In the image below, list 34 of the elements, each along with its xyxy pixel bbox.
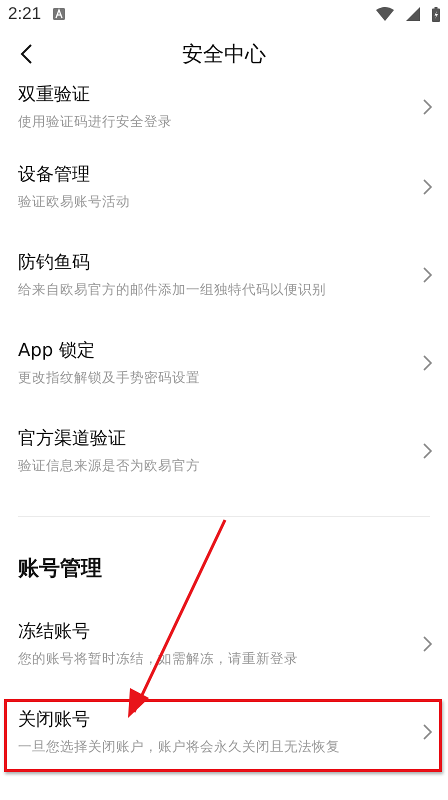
- settings-item[interactable]: App 锁定 更改指纹解锁及手势密码设置: [0, 319, 448, 407]
- battery-icon: [432, 6, 440, 22]
- settings-item[interactable]: 官方渠道验证 验证信息来源是否为欧易官方: [0, 407, 448, 495]
- item-title: 官方渠道验证: [18, 427, 127, 451]
- settings-item[interactable]: 双重验证 使用验证码进行安全登录: [0, 80, 448, 143]
- settings-item[interactable]: 防钓鱼码 给来自欧易官方的邮件添加一组独特代码以便识别: [0, 231, 448, 319]
- item-description: 更改指纹解锁及手势密码设置: [18, 369, 201, 388]
- item-description: 验证信息来源是否为欧易官方: [18, 457, 201, 476]
- item-description: 给来自欧易官方的邮件添加一组独特代码以便识别: [18, 281, 327, 300]
- section-heading: 账号管理: [18, 555, 103, 582]
- back-icon[interactable]: [20, 44, 32, 64]
- chevron-right-icon: [423, 443, 432, 459]
- wifi-icon: [376, 7, 394, 21]
- chevron-right-icon: [423, 636, 432, 652]
- item-title: 防钓鱼码: [18, 251, 91, 275]
- chevron-right-icon: [423, 99, 432, 115]
- item-title: 双重验证: [18, 83, 91, 107]
- page-title: 安全中心: [182, 41, 266, 68]
- status-time: 2:21: [8, 4, 42, 24]
- settings-item[interactable]: 设备管理 验证欧易账号活动: [0, 143, 448, 231]
- notification-icon: [53, 8, 66, 20]
- chevron-right-icon: [423, 355, 432, 371]
- chevron-right-icon: [423, 267, 432, 283]
- item-title: 关闭账号: [18, 708, 91, 732]
- item-description: 验证欧易账号活动: [18, 193, 131, 212]
- signal-icon: [406, 7, 420, 21]
- chevron-right-icon: [423, 724, 432, 740]
- item-title: App 锁定: [18, 339, 96, 363]
- chevron-right-icon: [423, 179, 432, 195]
- item-title: 设备管理: [18, 163, 91, 187]
- item-title: 冻结账号: [18, 620, 91, 644]
- settings-item[interactable]: 关闭账号 一旦您选择关闭账户，账户将会永久关闭且无法恢复: [0, 688, 448, 776]
- item-description: 使用验证码进行安全登录: [18, 113, 173, 132]
- item-description: 一旦您选择关闭账户，账户将会永久关闭且无法恢复: [18, 738, 341, 757]
